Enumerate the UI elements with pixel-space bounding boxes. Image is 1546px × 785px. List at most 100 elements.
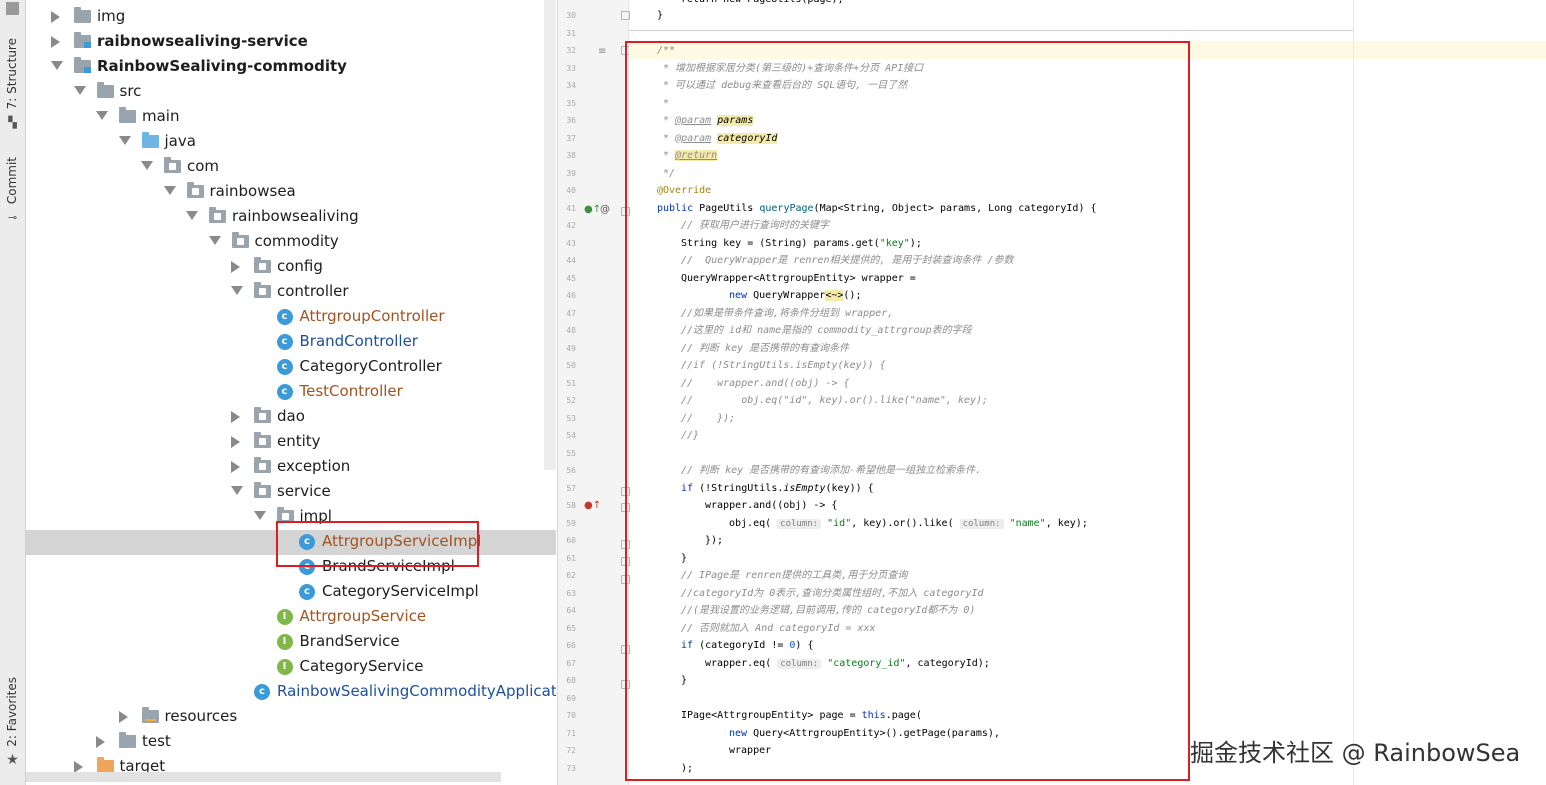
collapse-arrow-icon[interactable] bbox=[231, 436, 240, 448]
tree-row[interactable]: c AttrgroupController bbox=[26, 305, 556, 330]
collapse-arrow-icon[interactable] bbox=[231, 411, 240, 423]
tree-row[interactable]: I AttrgroupService bbox=[26, 605, 556, 630]
module-icon bbox=[74, 32, 91, 48]
tree-item-label: CategoryService bbox=[299, 657, 424, 675]
folder-icon bbox=[119, 107, 136, 123]
tree-row[interactable]: commodity bbox=[26, 230, 556, 255]
tree-row[interactable]: c CategoryController bbox=[26, 355, 556, 380]
project-icon[interactable] bbox=[6, 2, 19, 15]
tree-row[interactable]: I CategoryService bbox=[26, 655, 556, 680]
tree-item-label: config bbox=[277, 257, 323, 275]
class-icon: c bbox=[276, 334, 293, 350]
tree-row[interactable]: exception bbox=[26, 455, 556, 480]
tree-item-label: img bbox=[97, 7, 126, 25]
class-icon: c bbox=[299, 584, 315, 600]
tree-item-label: resources bbox=[164, 707, 238, 725]
tree-item-label: service bbox=[277, 482, 331, 500]
package-icon bbox=[209, 207, 226, 223]
highlight-box-selected-file bbox=[276, 521, 479, 567]
tree-row[interactable]: config bbox=[26, 255, 556, 280]
tree-item-label: RainbowSealivingCommodityApplicati bbox=[277, 682, 556, 700]
expand-arrow-icon[interactable] bbox=[51, 61, 63, 70]
package-icon bbox=[254, 432, 271, 448]
package-icon bbox=[254, 257, 271, 273]
commit-tab-label: Commit bbox=[5, 157, 19, 205]
expand-arrow-icon[interactable] bbox=[73, 86, 86, 95]
favorites-tab[interactable]: 2: Favorites bbox=[3, 676, 21, 748]
tree-item-label: rainbowsea bbox=[209, 182, 296, 200]
tree-row[interactable]: rainbowsea bbox=[26, 180, 556, 205]
tree-item-label: rainbowsealiving bbox=[232, 207, 359, 225]
tree-item-label: commodity bbox=[254, 232, 339, 250]
tree-row[interactable]: main bbox=[26, 105, 556, 130]
highlight-box-query-page-method bbox=[625, 41, 1190, 781]
package-icon bbox=[254, 457, 271, 473]
interface-icon: I bbox=[276, 634, 293, 650]
expand-arrow-icon[interactable] bbox=[118, 136, 131, 145]
structure-tab-label: 7: Structure bbox=[5, 38, 19, 110]
folder-icon bbox=[119, 732, 136, 748]
expand-arrow-icon[interactable] bbox=[186, 211, 198, 220]
package-icon bbox=[231, 232, 249, 248]
collapse-arrow-icon[interactable] bbox=[51, 11, 60, 23]
tree-item-label: RainbowSealiving-commodity bbox=[97, 57, 347, 75]
tree-row[interactable]: img bbox=[26, 5, 556, 30]
tree-item-label: controller bbox=[277, 282, 349, 300]
folder-icon bbox=[141, 132, 159, 148]
tree-row[interactable]: I BrandService bbox=[26, 630, 556, 655]
expand-arrow-icon[interactable] bbox=[96, 111, 108, 120]
collapse-arrow-icon[interactable] bbox=[51, 36, 60, 48]
expand-arrow-icon[interactable] bbox=[231, 286, 243, 295]
collapse-arrow-icon[interactable] bbox=[118, 711, 128, 723]
tree-row[interactable]: c CategoryServiceImpl bbox=[26, 580, 556, 605]
tree-row[interactable]: test bbox=[26, 730, 556, 755]
tree-row[interactable]: src bbox=[26, 80, 556, 105]
project-tree[interactable]: img raibnowsealiving-service RainbowSealiv… bbox=[26, 0, 556, 785]
folder-icon bbox=[141, 707, 159, 723]
code-line: } bbox=[657, 10, 664, 21]
commit-tab[interactable]: Commit bbox=[3, 155, 21, 207]
tree-row[interactable]: resources bbox=[26, 705, 556, 730]
tree-row[interactable]: dao bbox=[26, 405, 556, 430]
favorites-tab-label: 2: Favorites bbox=[5, 677, 19, 747]
structure-tab[interactable]: 7: Structure bbox=[3, 34, 21, 114]
tree-row[interactable]: c BrandController bbox=[26, 330, 556, 355]
class-icon: c bbox=[276, 384, 293, 400]
tree-row[interactable]: entity bbox=[26, 430, 556, 455]
collapse-arrow-icon[interactable] bbox=[231, 461, 240, 473]
tree-row[interactable]: raibnowsealiving-service bbox=[26, 30, 556, 55]
tree-item-label: java bbox=[164, 132, 196, 150]
tree-vertical-scrollbar[interactable] bbox=[544, 0, 556, 470]
tree-item-label: raibnowsealiving-service bbox=[97, 32, 308, 50]
tree-row[interactable]: controller bbox=[26, 280, 556, 305]
folder-icon bbox=[74, 7, 91, 23]
commit-icon: ⊸ bbox=[7, 211, 18, 224]
package-icon bbox=[254, 282, 271, 298]
tree-row[interactable]: c RainbowSealivingCommodityApplicati bbox=[26, 680, 556, 705]
expand-arrow-icon[interactable] bbox=[208, 236, 221, 245]
tree-row[interactable]: service bbox=[26, 480, 556, 505]
tree-row[interactable]: com bbox=[26, 155, 556, 180]
collapse-arrow-icon[interactable] bbox=[231, 261, 240, 273]
expand-arrow-icon[interactable] bbox=[141, 161, 153, 170]
expand-arrow-icon[interactable] bbox=[253, 511, 266, 520]
tree-item-label: TestController bbox=[299, 382, 403, 400]
tree-row[interactable]: java bbox=[26, 130, 556, 155]
tree-item-label: main bbox=[142, 107, 180, 125]
tree-row[interactable]: rainbowsealiving bbox=[26, 205, 556, 230]
package-icon bbox=[254, 407, 271, 423]
tree-row[interactable]: c TestController bbox=[26, 380, 556, 405]
tree-item-label: BrandService bbox=[299, 632, 400, 650]
tree-item-label: src bbox=[119, 82, 142, 100]
tree-horizontal-scrollbar[interactable] bbox=[26, 772, 501, 782]
collapse-arrow-icon[interactable] bbox=[96, 736, 105, 748]
expand-arrow-icon[interactable] bbox=[163, 186, 176, 195]
tree-item-label: dao bbox=[277, 407, 305, 425]
watermark: 掘金技术社区 @ RainbowSea bbox=[1190, 739, 1521, 767]
interface-icon: I bbox=[276, 659, 293, 675]
class-icon: c bbox=[254, 684, 270, 700]
tree-item-label: com bbox=[187, 157, 220, 175]
tree-row[interactable]: RainbowSealiving-commodity bbox=[26, 55, 556, 80]
expand-arrow-icon[interactable] bbox=[231, 486, 243, 495]
class-icon: c bbox=[276, 309, 293, 325]
